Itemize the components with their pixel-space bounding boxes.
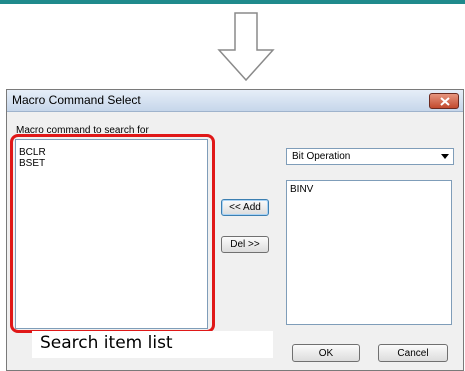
del-button[interactable]: Del >>: [221, 236, 269, 253]
macro-command-select-dialog: Macro Command Select Macro command to se…: [6, 89, 464, 371]
category-select[interactable]: Bit Operation: [286, 148, 454, 165]
chevron-down-icon: [441, 154, 449, 159]
category-select-value: Bit Operation: [292, 151, 351, 162]
top-divider-line: [0, 0, 465, 4]
ok-button[interactable]: OK: [292, 344, 360, 362]
caption-text: Search item list: [40, 333, 173, 353]
highlight-outline: [10, 134, 215, 333]
dialog-title: Macro Command Select: [12, 93, 141, 107]
caption-box: Search item list: [32, 331, 273, 358]
dialog-titlebar: Macro Command Select: [7, 90, 463, 112]
down-arrow-icon: [217, 12, 275, 82]
command-list[interactable]: BINV: [286, 180, 452, 325]
cancel-button[interactable]: Cancel: [378, 344, 448, 362]
list-item[interactable]: BINV: [287, 184, 451, 195]
close-button[interactable]: [429, 93, 459, 109]
close-icon: [440, 97, 450, 106]
add-button[interactable]: << Add: [221, 199, 269, 216]
